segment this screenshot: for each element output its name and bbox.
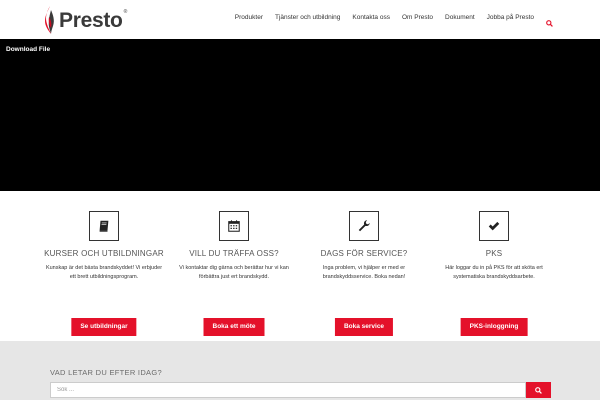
feature-title: DAGS FÖR SERVICE?	[320, 249, 408, 258]
calendar-icon	[219, 211, 249, 241]
feature-description: Här loggar du in på PKS för att sköta er…	[445, 265, 543, 280]
book-meeting-button[interactable]: Boka ett möte	[203, 318, 265, 336]
download-file-link[interactable]: Download File	[6, 46, 50, 53]
flame-logo-icon	[45, 6, 54, 34]
feature-description: Kunskap är det bästa brandskyddet! Vi er…	[45, 265, 163, 280]
feature-description: Vi kontaktar dig gärna och berättar hur …	[179, 265, 289, 280]
check-icon	[479, 211, 509, 241]
video-player[interactable]: Download File	[0, 39, 600, 191]
main-nav: Produkter Tjänster och utbildning Kontak…	[223, 14, 553, 27]
feature-title: KURSER OCH UTBILDNINGAR	[44, 249, 164, 258]
nav-item-produkter[interactable]: Produkter	[235, 14, 263, 21]
features-section: KURSER OCH UTBILDNINGAR Kunskap är det b…	[0, 191, 600, 341]
feature-service: DAGS FÖR SERVICE? Inga problem, vi hjälp…	[299, 211, 429, 336]
registered-mark: ®	[123, 8, 128, 15]
feature-title: VILL DU TRÄFFA OSS?	[189, 249, 279, 258]
search-icon	[535, 386, 542, 394]
search-icon[interactable]	[546, 14, 553, 27]
wrench-icon	[349, 211, 379, 241]
courses-button[interactable]: Se utbildningar	[71, 318, 137, 336]
nav-item-om-presto[interactable]: Om Presto	[402, 14, 433, 21]
nav-item-tjanster[interactable]: Tjänster och utbildning	[275, 14, 340, 21]
search-section: VAD LETAR DU EFTER IDAG?	[0, 341, 600, 400]
nav-item-jobba[interactable]: Jobba på Presto	[487, 14, 534, 21]
pks-login-button[interactable]: PKS-inloggning	[460, 318, 528, 336]
search-heading: VAD LETAR DU EFTER IDAG?	[50, 368, 162, 377]
brand-name: Presto®	[59, 8, 128, 32]
nav-item-dokument[interactable]: Dokument	[445, 14, 475, 21]
presto-logo[interactable]: Presto®	[44, 5, 127, 35]
feature-title: PKS	[485, 249, 503, 258]
feature-courses: KURSER OCH UTBILDNINGAR Kunskap är det b…	[39, 211, 169, 336]
feature-meeting: VILL DU TRÄFFA OSS? Vi kontaktar dig gär…	[169, 211, 299, 336]
feature-description: Inga problem, vi hjälper er med er brand…	[322, 265, 406, 280]
feature-pks: PKS Här loggar du in på PKS för att sköt…	[429, 211, 559, 336]
site-header: Presto® Produkter Tjänster och utbildnin…	[0, 0, 600, 39]
search-submit-button[interactable]	[526, 382, 551, 398]
search-input[interactable]	[50, 382, 526, 398]
book-service-button[interactable]: Boka service	[334, 318, 394, 336]
nav-item-kontakta[interactable]: Kontakta oss	[352, 14, 390, 21]
book-icon	[89, 211, 119, 241]
